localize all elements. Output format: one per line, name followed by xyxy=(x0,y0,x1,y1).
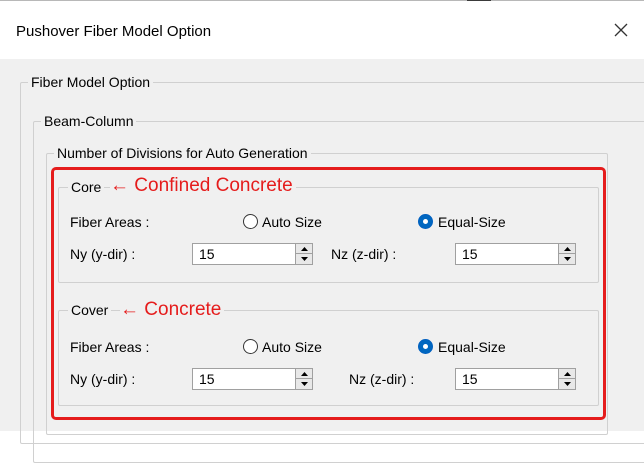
beam-column-legend: Beam-Column xyxy=(41,113,137,130)
caret-down-icon xyxy=(563,257,571,261)
core-ny-spin-buttons xyxy=(295,244,312,264)
cover-nz-increment-button[interactable] xyxy=(559,369,575,379)
core-group: Core xyxy=(58,179,599,283)
cover-ny-input[interactable] xyxy=(193,369,295,389)
core-nz-spin-buttons xyxy=(558,244,575,264)
window-title: Pushover Fiber Model Option xyxy=(16,23,212,40)
cover-nz-input[interactable] xyxy=(456,369,558,389)
cover-nz-decrement-button[interactable] xyxy=(559,379,575,389)
cover-legend: Cover xyxy=(68,302,112,319)
cover-nz-label: Nz (z-dir) : xyxy=(349,371,415,387)
caret-up-icon xyxy=(563,371,571,376)
core-auto-size-radio[interactable] xyxy=(243,214,258,229)
core-ny-label: Ny (y-dir) : xyxy=(70,246,136,262)
cover-equal-size-label[interactable]: Equal-Size xyxy=(438,339,506,356)
core-legend: Core xyxy=(68,179,105,196)
auto-generation-legend: Number of Divisions for Auto Generation xyxy=(54,145,311,162)
core-fiber-areas-label: Fiber Areas : xyxy=(70,214,150,230)
caret-up-icon xyxy=(563,246,571,251)
core-nz-stepper[interactable] xyxy=(455,243,576,265)
dialog-body: Fiber Model Option Beam-Column Number of… xyxy=(0,59,644,463)
close-icon xyxy=(614,23,628,37)
core-equal-size-radio[interactable] xyxy=(418,214,433,229)
core-ny-stepper[interactable] xyxy=(192,243,313,265)
caret-up-icon xyxy=(300,246,308,251)
cover-equal-size-radio[interactable] xyxy=(418,339,433,354)
core-equal-size-label[interactable]: Equal-Size xyxy=(438,214,506,231)
cover-auto-size-label[interactable]: Auto Size xyxy=(262,339,322,356)
core-nz-input[interactable] xyxy=(456,244,558,264)
core-ny-increment-button[interactable] xyxy=(296,244,312,254)
core-nz-label: Nz (z-dir) : xyxy=(331,246,397,262)
caret-down-icon xyxy=(300,382,308,386)
cover-ny-label: Ny (y-dir) : xyxy=(70,371,136,387)
caret-down-icon xyxy=(563,382,571,386)
core-annotation: ← Confined Concrete xyxy=(110,175,296,197)
cover-ny-spin-buttons xyxy=(295,369,312,389)
core-nz-increment-button[interactable] xyxy=(559,244,575,254)
core-auto-size-label[interactable]: Auto Size xyxy=(262,214,322,231)
cover-ny-increment-button[interactable] xyxy=(296,369,312,379)
cover-nz-stepper[interactable] xyxy=(455,368,576,390)
title-bar: Pushover Fiber Model Option xyxy=(0,1,644,59)
close-button[interactable] xyxy=(606,15,636,45)
cover-annotation: ← Concrete xyxy=(120,299,225,321)
cover-group: Cover xyxy=(58,302,599,406)
cover-fiber-areas-label: Fiber Areas : xyxy=(70,339,150,355)
cover-ny-stepper[interactable] xyxy=(192,368,313,390)
cover-nz-spin-buttons xyxy=(558,369,575,389)
cover-auto-size-radio[interactable] xyxy=(243,339,258,354)
fiber-model-option-legend: Fiber Model Option xyxy=(28,74,154,91)
core-ny-decrement-button[interactable] xyxy=(296,254,312,264)
caret-up-icon xyxy=(300,371,308,376)
core-nz-decrement-button[interactable] xyxy=(559,254,575,264)
cover-ny-decrement-button[interactable] xyxy=(296,379,312,389)
core-ny-input[interactable] xyxy=(193,244,295,264)
caret-down-icon xyxy=(300,257,308,261)
